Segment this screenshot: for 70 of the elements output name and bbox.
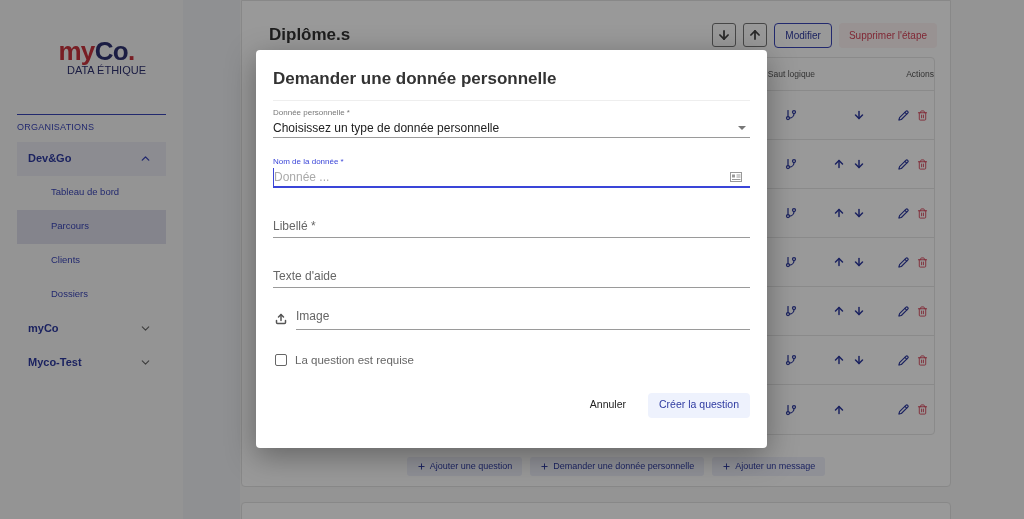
edit-icon[interactable]	[898, 354, 909, 366]
field-label: Nom de la donnée *	[273, 155, 345, 168]
branch-icon[interactable]	[785, 256, 798, 268]
edit-button[interactable]: Modifier	[774, 22, 832, 48]
delete-icon[interactable]	[917, 354, 928, 366]
personal-data-select[interactable]: Donnée personnelle * Choisissez un type de donnée personnelle	[273, 104, 750, 138]
branch-icon[interactable]	[785, 207, 798, 219]
plus-icon	[722, 462, 732, 471]
text-field[interactable]: Texte d'aide	[273, 254, 750, 288]
move-up-icon[interactable]	[833, 305, 846, 317]
dialog-title: Demander une donnée personnelle	[273, 68, 558, 90]
section-heading: ORGANISATIONS	[17, 121, 96, 134]
edit-icon[interactable]	[898, 305, 909, 317]
edit-icon[interactable]	[898, 207, 909, 219]
image-field[interactable]: Image	[296, 304, 750, 330]
edit-icon[interactable]	[898, 158, 909, 170]
text-field[interactable]: Nom de la donnée * Donnée ...	[273, 154, 750, 188]
delete-icon[interactable]	[917, 207, 928, 219]
move-up-button[interactable]	[743, 23, 768, 47]
nav-item[interactable]: Clients	[17, 243, 166, 278]
upload-icon[interactable]	[275, 312, 287, 325]
branch-icon[interactable]	[785, 354, 798, 366]
move-down-icon[interactable]	[853, 109, 866, 121]
add-button[interactable]: Ajouter un message	[712, 457, 826, 476]
move-up-icon[interactable]	[833, 158, 846, 170]
edit-icon[interactable]	[898, 256, 909, 268]
move-down-icon[interactable]	[853, 305, 866, 317]
move-down-icon[interactable]	[853, 207, 866, 219]
name-input[interactable]: Donnée ...	[273, 167, 673, 186]
delete-icon[interactable]	[917, 158, 928, 170]
dropdown-caret-icon	[738, 125, 746, 130]
nav-item[interactable]: Tableau de bord	[17, 175, 166, 210]
delete-icon[interactable]	[917, 109, 928, 121]
move-up-icon[interactable]	[833, 354, 846, 366]
create-question-button[interactable]: Créer la question	[648, 392, 750, 418]
cancel-button[interactable]: Annuler	[581, 392, 635, 418]
branch-icon[interactable]	[785, 109, 798, 121]
edit-icon[interactable]	[898, 404, 909, 415]
add-button[interactable]: Demander une donnée personnelle	[530, 457, 705, 476]
required-checkbox[interactable]	[275, 354, 287, 367]
nav-item[interactable]: Parcours	[17, 209, 166, 244]
move-down-icon[interactable]	[853, 158, 866, 170]
add-button[interactable]: Ajouter une question	[406, 457, 523, 476]
checkbox-label: La question est requise	[295, 352, 414, 368]
organisation-item[interactable]: Dev&Go	[17, 141, 166, 176]
move-down-icon[interactable]	[853, 256, 866, 268]
edit-icon[interactable]	[898, 109, 909, 121]
text-field[interactable]: Libellé *	[273, 204, 750, 238]
move-down-button[interactable]	[712, 23, 737, 47]
step-title: Diplôme.s	[269, 24, 351, 47]
column-header: Saut logique	[766, 67, 817, 81]
plus-icon	[416, 462, 426, 471]
move-up-icon[interactable]	[833, 403, 846, 416]
logo-tagline: DATA ÉTHIQUE	[66, 65, 146, 76]
id-card-icon	[730, 171, 742, 182]
delete-icon[interactable]	[917, 256, 928, 268]
move-up-icon[interactable]	[833, 207, 846, 219]
branch-icon[interactable]	[785, 305, 798, 317]
delete-icon[interactable]	[917, 404, 928, 415]
plus-icon	[540, 462, 550, 471]
column-header: Actions	[905, 67, 934, 81]
move-down-icon[interactable]	[853, 354, 866, 366]
nav-item[interactable]: Dossiers	[17, 277, 166, 312]
organisation-item[interactable]: myCo	[17, 311, 166, 346]
organisation-item[interactable]: Myco-Test	[17, 345, 166, 380]
branch-icon[interactable]	[785, 403, 798, 416]
move-up-icon[interactable]	[833, 256, 846, 268]
branch-icon[interactable]	[785, 158, 798, 170]
delete-step-button[interactable]: Supprimer l'étape	[838, 22, 937, 48]
delete-icon[interactable]	[917, 305, 928, 317]
